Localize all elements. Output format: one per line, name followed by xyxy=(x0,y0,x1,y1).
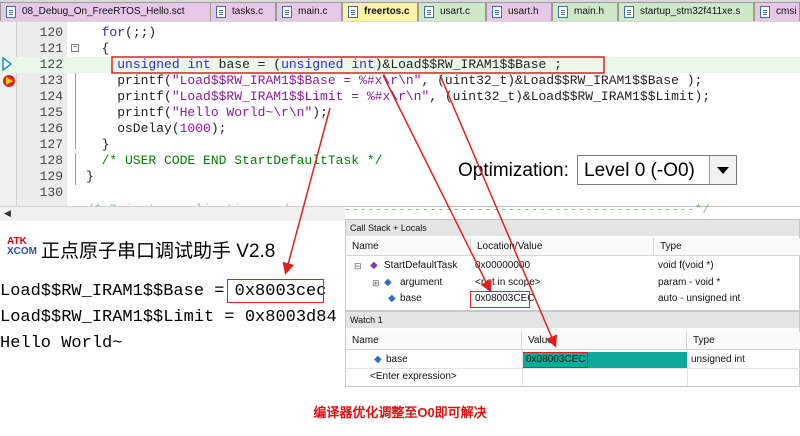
annotation-note: 编译器优化调整至O0即可解决 xyxy=(313,405,487,420)
row-divider xyxy=(346,368,800,369)
file-icon xyxy=(760,6,770,18)
serial-output-line: Load$$RW_IRAM1$$Limit = 0x8003d84 xyxy=(0,308,337,327)
parameter-icon: ◆ xyxy=(384,277,392,288)
serial-output-line: Hello World~ xyxy=(0,334,123,353)
file-icon xyxy=(558,6,568,18)
column-header-value[interactable]: Value xyxy=(522,332,687,350)
code-line[interactable]: 130 xyxy=(0,185,800,201)
optimization-label: Optimization: xyxy=(458,160,569,181)
highlight-box xyxy=(227,279,324,303)
code-line[interactable]: 126 osDelay(1000); xyxy=(0,121,800,137)
editor-tab-bar: 08_Debug_On_FreeRTOS_Hello.sct tasks.c m… xyxy=(0,0,800,23)
column-header-type[interactable]: Type xyxy=(654,238,800,256)
code-line[interactable]: 124 printf("Load$$RW_IRAM1$$Limit = %#x\… xyxy=(0,89,800,105)
watch-panel: Watch 1 Name Value Type ◆ base 0x08003CE… xyxy=(345,311,800,387)
code-line[interactable]: 127 } xyxy=(0,137,800,153)
function-icon: ◆ xyxy=(370,260,378,271)
tab-sct[interactable]: 08_Debug_On_FreeRTOS_Hello.sct xyxy=(0,2,226,21)
column-header-name[interactable]: Name xyxy=(346,332,522,350)
tab-freertos-c[interactable]: freertos.c xyxy=(342,2,418,21)
code-line[interactable]: 121 − { xyxy=(0,41,800,57)
file-icon xyxy=(424,6,434,18)
atk-xcom-logo: ATK XCOM xyxy=(7,236,37,257)
tab-main-c[interactable]: main.c xyxy=(276,2,342,21)
chevron-down-icon[interactable] xyxy=(709,156,736,184)
code-line[interactable]: 120 for(;;) xyxy=(0,25,800,41)
tab-tasks-c[interactable]: tasks.c xyxy=(210,2,276,21)
optimization-select[interactable]: Level 0 (-O0) xyxy=(577,155,737,185)
file-icon xyxy=(492,6,502,18)
tab-startup-s[interactable]: startup_stm32f411xe.s xyxy=(618,2,754,21)
file-icon xyxy=(282,6,292,18)
panel-title: Watch 1 xyxy=(346,312,799,328)
column-header-value[interactable]: Location/Value xyxy=(471,238,654,256)
file-icon xyxy=(348,6,358,18)
code-line-current[interactable]: 122 unsigned int base = (unsigned int)&L… xyxy=(0,56,800,73)
enter-expression-input[interactable]: <Enter expression> xyxy=(366,369,522,385)
scroll-left-icon[interactable]: ◀ xyxy=(4,208,11,219)
highlight-box xyxy=(522,352,588,368)
column-header-type[interactable]: Type xyxy=(687,332,800,350)
column-header-name[interactable]: Name xyxy=(346,238,471,256)
collapse-icon[interactable]: ⊟ xyxy=(350,258,364,274)
file-icon xyxy=(6,6,16,18)
file-icon xyxy=(216,6,226,18)
tab-cmsis[interactable]: cmsi xyxy=(754,2,800,21)
editor-horizontal-scrollbar[interactable]: ◀ xyxy=(0,206,345,221)
highlight-box xyxy=(470,291,530,308)
code-line[interactable]: 125 printf("Hello World~\r\n"); xyxy=(0,105,800,121)
tab-main-h[interactable]: main.h xyxy=(552,2,618,21)
column-divider xyxy=(522,350,523,386)
file-icon xyxy=(624,6,634,18)
fold-toggle-icon[interactable]: − xyxy=(71,44,79,52)
serial-tool-title: 正点原子串口调试助手 V2.8 xyxy=(41,241,276,262)
column-divider xyxy=(687,350,688,386)
optimization-value: Level 0 (-O0) xyxy=(584,160,695,181)
callstack-locals-panel: Call Stack + Locals Name Location/Value … xyxy=(345,219,800,311)
tab-usart-h[interactable]: usart.h xyxy=(486,2,552,21)
panel-title: Call Stack + Locals xyxy=(346,220,799,236)
code-line[interactable]: 123 printf("Load$$RW_IRAM1$$Base = %#x\r… xyxy=(0,73,800,89)
tab-usart-c[interactable]: usart.c xyxy=(418,2,486,21)
